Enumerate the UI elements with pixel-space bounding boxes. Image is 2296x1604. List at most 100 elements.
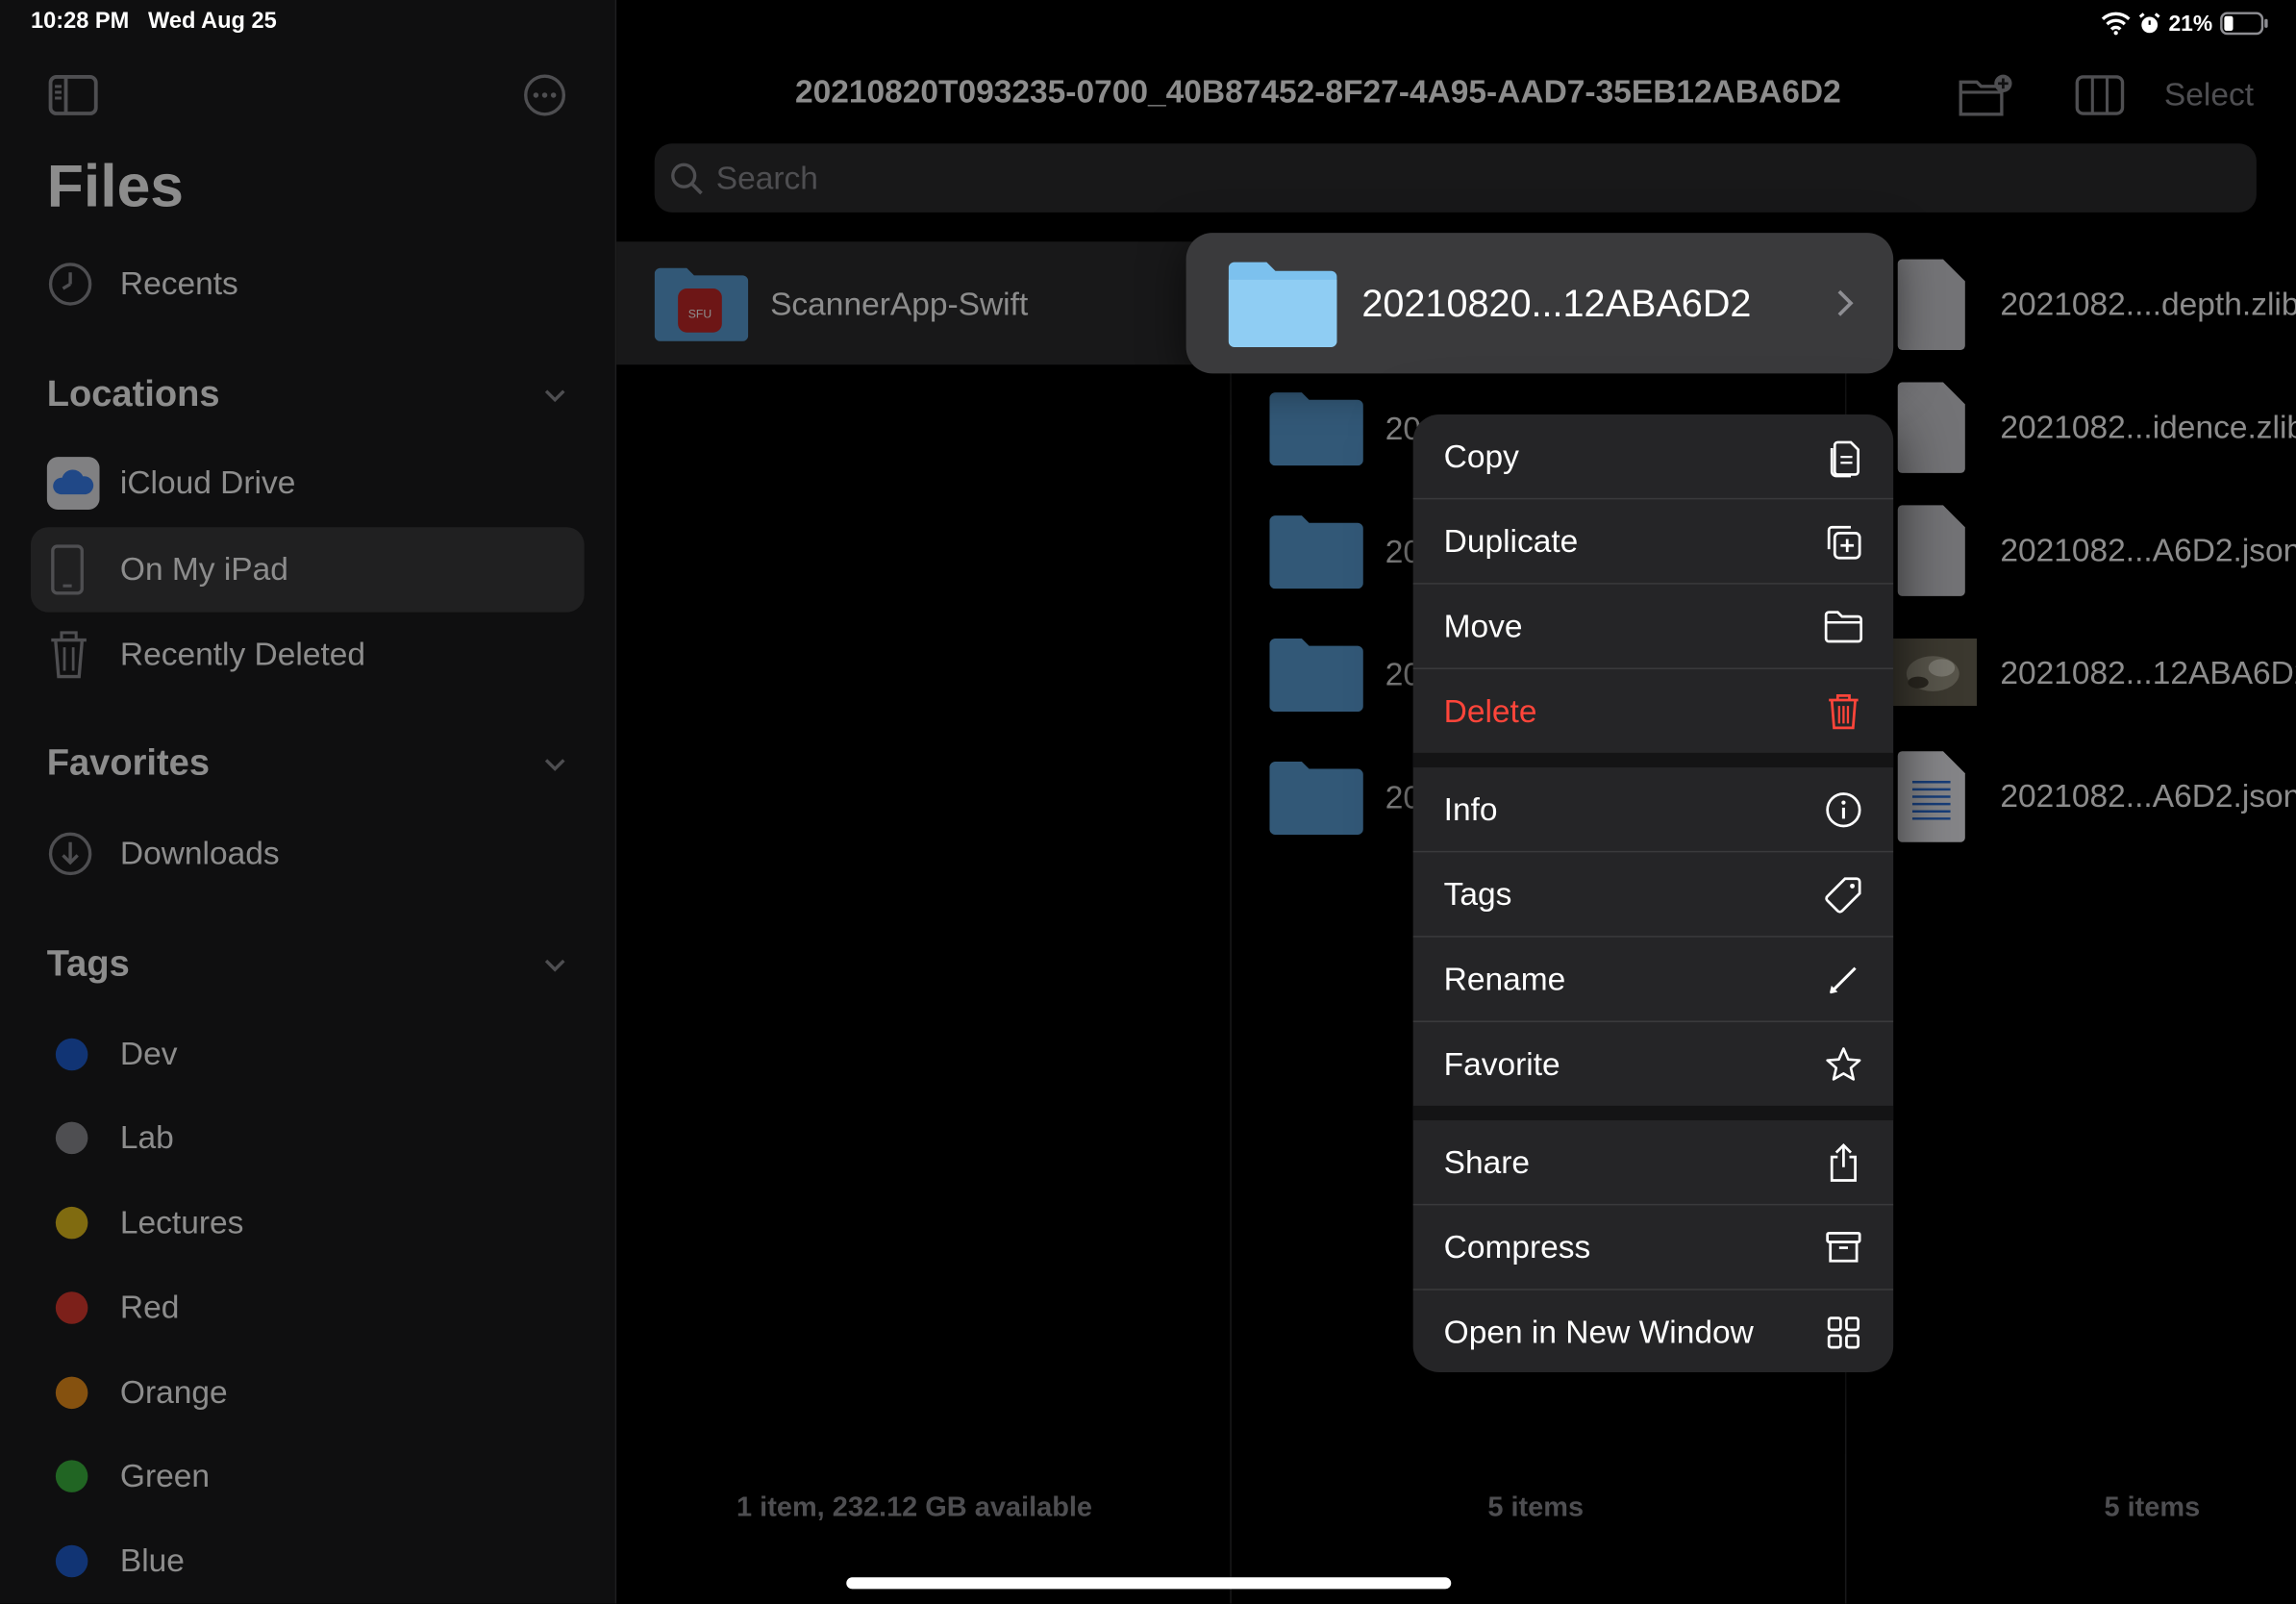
selected-folder-preview[interactable]: 20210820...12ABA6D2 [1185, 233, 1894, 374]
wifi-icon [2101, 12, 2131, 36]
sidebar-item-label: iCloud Drive [119, 464, 296, 501]
trash-icon [1825, 692, 1863, 731]
more-options-icon[interactable] [523, 73, 567, 124]
favorites-header: Favorites [46, 742, 211, 784]
document-icon[interactable] [1895, 381, 1968, 482]
menu-item-delete[interactable]: Delete [1413, 669, 1894, 753]
home-indicator[interactable] [846, 1577, 1452, 1590]
folder-icon[interactable] [1269, 636, 1363, 719]
sidebar-item-label: Recents [119, 264, 238, 302]
document-icon[interactable] [1895, 258, 1968, 359]
app-folder-icon: SFU [654, 265, 749, 349]
star-icon [1825, 1045, 1863, 1084]
tag-label: Lab [119, 1118, 174, 1156]
menu-item-label: Share [1443, 1142, 1531, 1180]
column-divider [1230, 365, 1232, 1604]
menu-item-tags[interactable]: Tags [1413, 852, 1894, 936]
duplicate-icon [1825, 522, 1863, 561]
list-item-label: 2021082...idence.zlib [2000, 408, 2296, 445]
folder-icon[interactable] [1269, 389, 1363, 473]
tag-color-dot [55, 1121, 88, 1155]
select-button[interactable]: Select [2164, 76, 2254, 114]
grid-icon [1825, 1313, 1863, 1351]
menu-item-info[interactable]: Info [1413, 767, 1894, 851]
menu-item-label: Tags [1443, 874, 1512, 913]
ipad-icon [47, 543, 100, 596]
tag-blue[interactable]: Blue [47, 1527, 185, 1594]
menu-item-label: Rename [1443, 960, 1566, 997]
menu-item-share[interactable]: Share [1413, 1120, 1894, 1204]
tag-label: Orange [119, 1373, 228, 1411]
battery-percent: 21% [2168, 11, 2213, 37]
menu-item-duplicate[interactable]: Duplicate [1413, 499, 1894, 583]
list-item-label: 2021082...A6D2.json [2000, 531, 2296, 568]
search-field[interactable]: Search [654, 143, 2257, 213]
column-footer: 1 item, 232.12 GB available [736, 1491, 1093, 1523]
tag-color-dot [55, 1038, 88, 1071]
battery-icon [2220, 12, 2268, 36]
status-bar-right: 21% [2101, 9, 2269, 38]
menu-item-label: Duplicate [1443, 521, 1579, 560]
chevron-down-icon[interactable] [540, 950, 569, 979]
list-item-label: 2021082....depth.zlib [2000, 285, 2296, 323]
tag-label: Green [119, 1457, 211, 1494]
folder-icon[interactable] [1269, 513, 1363, 596]
menu-item-label: Delete [1443, 691, 1537, 729]
pencil-icon [1825, 960, 1863, 998]
list-item-label: 2021082...A6D2.json [2000, 777, 2296, 815]
trash-icon [47, 630, 100, 680]
search-placeholder: Search [715, 159, 818, 196]
menu-item-move[interactable]: Move [1413, 585, 1894, 668]
chevron-down-icon[interactable] [540, 381, 569, 410]
menu-item-label: Favorite [1443, 1044, 1560, 1082]
tag-orange[interactable]: Orange [47, 1359, 228, 1426]
locations-header: Locations [46, 373, 220, 414]
tags-header: Tags [46, 942, 130, 985]
sidebar-toggle-icon[interactable] [48, 75, 98, 123]
tag-green[interactable]: Green [47, 1442, 210, 1510]
sidebar-item-label: On My iPad [119, 550, 288, 588]
tag-lectures[interactable]: Lectures [47, 1190, 243, 1257]
tag-lab[interactable]: Lab [47, 1104, 174, 1171]
menu-item-label: Open in New Window [1443, 1313, 1754, 1350]
page-title: 20210820T093235-0700_40B87452-8F27-4A95-… [794, 73, 1841, 111]
sidebar-item-on-my-ipad[interactable]: On My iPad [47, 536, 288, 603]
column-view-icon[interactable] [2075, 75, 2125, 123]
menu-item-compress[interactable]: Compress [1413, 1205, 1894, 1289]
copy-icon [1825, 438, 1863, 477]
folder-icon[interactable] [1269, 759, 1363, 842]
menu-item-rename[interactable]: Rename [1413, 938, 1894, 1021]
tag-color-dot [55, 1460, 88, 1492]
tag-red[interactable]: Red [47, 1274, 180, 1341]
sidebar-item-downloads[interactable]: Downloads [47, 820, 280, 888]
status-bar-time: 10:28 PM Wed Aug 25 [30, 9, 277, 35]
menu-item-copy[interactable]: Copy [1413, 414, 1894, 498]
menu-item-favorite[interactable]: Favorite [1413, 1022, 1894, 1106]
sidebar-item-icloud-drive[interactable]: iCloud Drive [46, 450, 296, 517]
context-menu: Copy Duplicate Move Delete Info Tags Ren… [1412, 414, 1894, 1373]
sidebar-divider [614, 0, 617, 1604]
chevron-down-icon[interactable] [540, 750, 569, 779]
image-thumbnail[interactable] [1891, 639, 1977, 714]
selected-folder-label: 20210820...12ABA6D2 [1361, 281, 1752, 326]
column-footer: 5 items [1487, 1491, 1585, 1523]
archive-icon [1825, 1228, 1863, 1266]
tag-label: Red [119, 1289, 180, 1326]
json-document-icon[interactable] [1895, 750, 1968, 851]
menu-item-open-in-new-window[interactable]: Open in New Window [1413, 1291, 1894, 1372]
sidebar-item-recents[interactable]: Recents [47, 250, 238, 317]
menu-item-label: Compress [1443, 1228, 1591, 1266]
tag-color-dot [55, 1206, 88, 1240]
sidebar-item-recently-deleted[interactable]: Recently Deleted [47, 621, 365, 689]
menu-item-label: Info [1443, 789, 1498, 827]
share-icon [1825, 1142, 1863, 1182]
svg-text:SFU: SFU [688, 307, 711, 320]
tag-dev[interactable]: Dev [47, 1021, 177, 1089]
chevron-right-icon [1834, 288, 1855, 325]
column-footer: 5 items [2104, 1491, 2201, 1523]
document-icon[interactable] [1895, 504, 1968, 605]
new-folder-icon[interactable] [1958, 73, 2016, 124]
tag-icon [1825, 875, 1863, 914]
clock-icon [47, 261, 100, 308]
search-icon [671, 162, 703, 194]
